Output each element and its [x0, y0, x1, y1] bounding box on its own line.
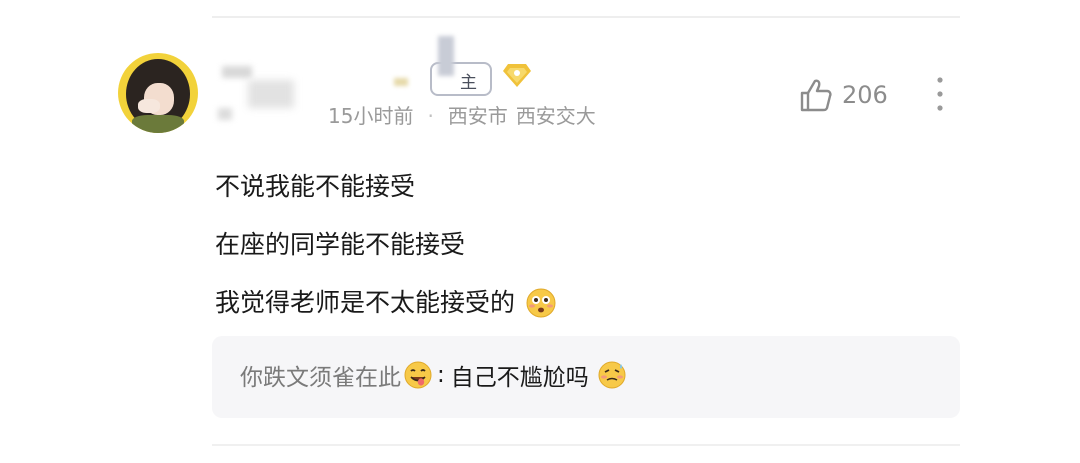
avatar[interactable] — [118, 53, 198, 133]
owner-badge-label: 主 — [460, 73, 477, 93]
blur-patch — [218, 108, 232, 120]
owner-badge: 主 — [430, 36, 492, 96]
comment-line: 我觉得老师是不太能接受的 — [215, 274, 557, 332]
blur-patch — [248, 80, 294, 108]
diamond-icon — [503, 64, 531, 87]
blur-patch — [394, 78, 408, 86]
reply-text: 你跌文须雀在此 : 自己不尴尬吗 — [240, 358, 627, 392]
comment-line-text: 在座的同学能不能接受 — [215, 230, 466, 259]
reply-username[interactable]: 你跌文须雀在此 — [240, 358, 401, 392]
bottom-divider — [212, 444, 960, 446]
like-button[interactable]: 206 — [798, 75, 888, 115]
reply-colon: : — [437, 362, 445, 388]
reply-box[interactable]: 你跌文须雀在此 : 自己不尴尬吗 — [212, 336, 960, 418]
meta-separator: · — [427, 104, 434, 128]
like-count: 206 — [842, 81, 888, 109]
more-vertical-icon[interactable] — [932, 74, 948, 114]
tongue-face-emoji — [404, 361, 432, 389]
comment-line-text: 我觉得老师是不太能接受的 — [215, 288, 516, 317]
blur-patch — [222, 66, 252, 78]
comment-line: 不说我能不能接受 — [215, 158, 557, 216]
location-school: 西安交大 — [515, 104, 596, 128]
comment-line-text: 不说我能不能接受 — [215, 172, 416, 201]
flushed-face-emoji — [526, 288, 556, 318]
thumbs-up-icon — [800, 79, 832, 112]
reply-message: 自己不尴尬吗 — [450, 365, 589, 391]
avatar-shirt — [132, 115, 184, 133]
comment-line: 在座的同学能不能接受 — [215, 216, 557, 274]
blur-patch — [438, 36, 454, 76]
location-city: 西安市 — [447, 104, 508, 128]
top-divider — [212, 16, 960, 18]
timestamp: 15小时前 — [328, 104, 414, 128]
comment-body: 不说我能不能接受 在座的同学能不能接受 我觉得老师是不太能接受的 — [215, 158, 557, 332]
embarrassed-face-emoji — [598, 361, 626, 389]
avatar-hand — [138, 99, 160, 113]
comment-meta: 15小时前 · 西安市 西安交大 — [328, 100, 596, 129]
